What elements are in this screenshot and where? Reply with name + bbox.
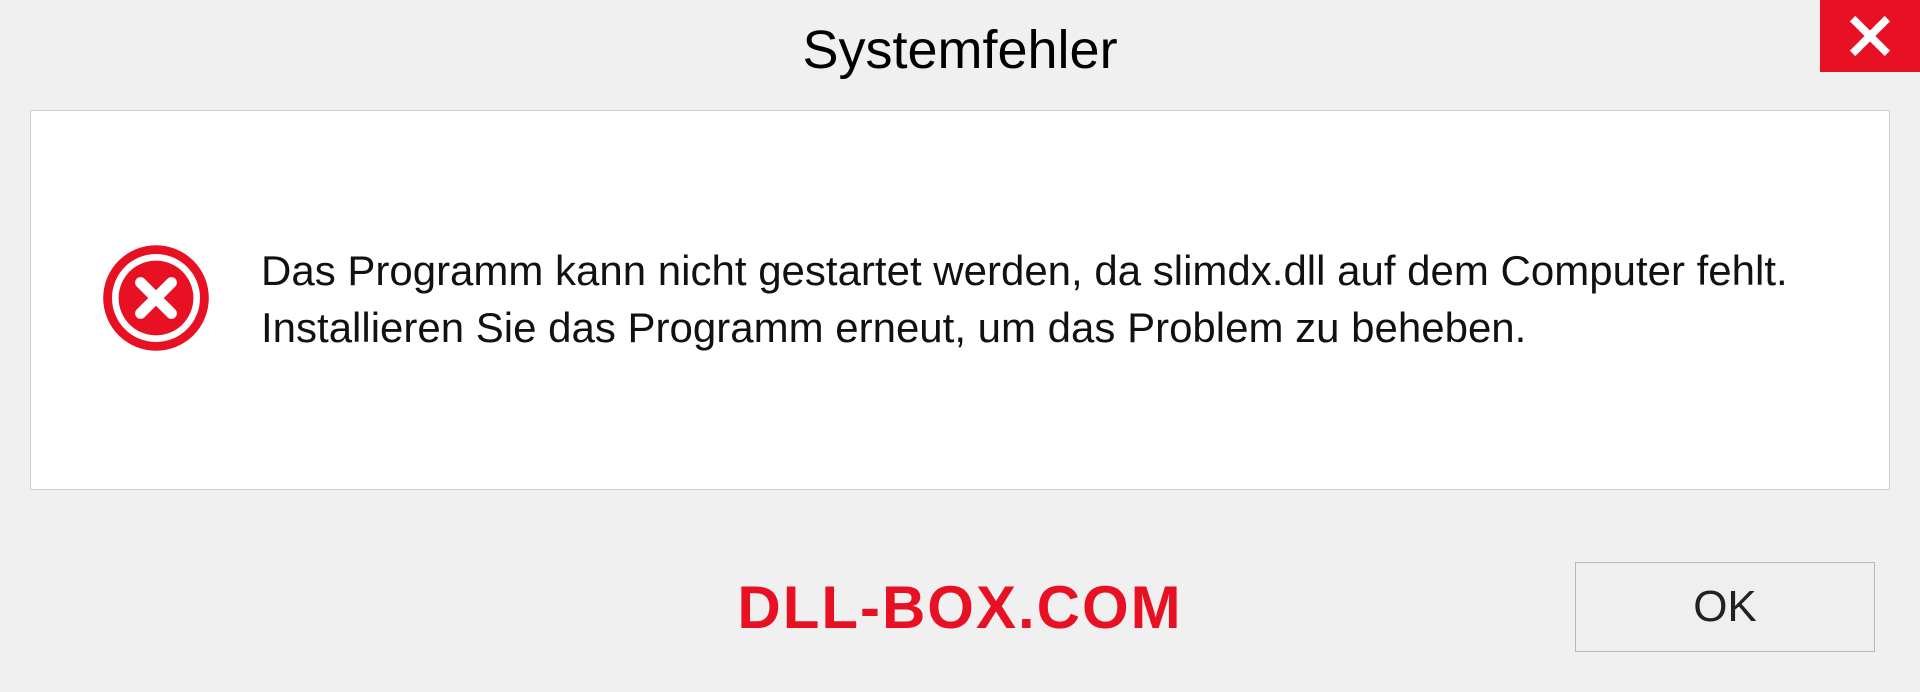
dialog-title: Systemfehler [802, 19, 1117, 81]
dialog-footer: DLL-BOX.COM OK [0, 562, 1920, 652]
error-icon-wrapper [101, 243, 211, 358]
error-message: Das Programm kann nicht gestartet werden… [261, 243, 1819, 356]
titlebar: Systemfehler [0, 0, 1920, 100]
close-button[interactable] [1820, 0, 1920, 72]
watermark-text: DLL-BOX.COM [737, 573, 1182, 642]
close-icon [1848, 14, 1892, 58]
content-panel: Das Programm kann nicht gestartet werden… [30, 110, 1890, 490]
error-dialog: Systemfehler Das Programm kann nicht ges… [0, 0, 1920, 692]
ok-button[interactable]: OK [1575, 562, 1875, 652]
error-icon [101, 243, 211, 353]
